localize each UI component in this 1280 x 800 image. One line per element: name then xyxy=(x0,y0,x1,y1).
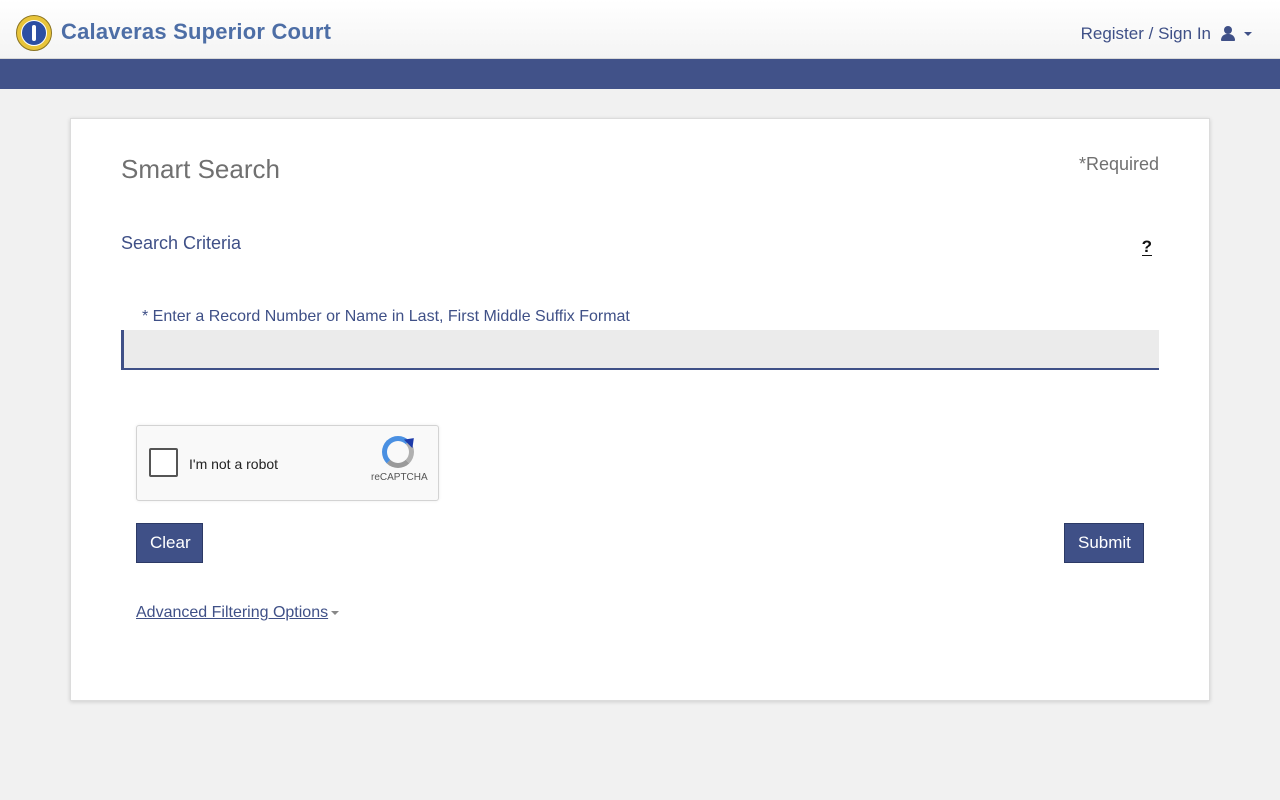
chevron-down-icon xyxy=(331,611,340,615)
search-input[interactable] xyxy=(121,330,1159,370)
advanced-filtering-toggle[interactable]: Advanced Filtering Options xyxy=(136,604,340,622)
page-title: Smart Search xyxy=(121,154,280,184)
clear-button[interactable]: Clear xyxy=(136,523,203,563)
recaptcha-brand: reCAPTCHA xyxy=(371,472,428,483)
chevron-down-icon xyxy=(1244,32,1252,36)
user-icon xyxy=(1221,26,1235,42)
help-icon[interactable]: ? xyxy=(1141,238,1152,256)
smart-search-panel: Smart Search *Required Search Criteria ?… xyxy=(70,118,1210,701)
search-criteria-heading: Search Criteria xyxy=(121,233,242,253)
sign-in-label: Register / Sign In xyxy=(1080,24,1211,43)
search-field-label: * Enter a Record Number or Name in Last,… xyxy=(142,308,630,325)
top-navbar: Calaveras Superior Court Register / Sign… xyxy=(0,0,1280,59)
accent-bar xyxy=(0,59,1280,89)
register-sign-in-menu[interactable]: Register / Sign In xyxy=(1081,24,1252,44)
court-seal-icon[interactable] xyxy=(16,15,52,51)
submit-button[interactable]: Submit xyxy=(1064,523,1144,563)
recaptcha-checkbox[interactable] xyxy=(149,448,178,477)
recaptcha-widget: I'm not a robot reCAPTCHA xyxy=(136,425,439,501)
site-title[interactable]: Calaveras Superior Court xyxy=(61,19,331,45)
recaptcha-logo-icon xyxy=(382,436,414,468)
required-note: *Required xyxy=(1078,154,1159,174)
recaptcha-label: I'm not a robot xyxy=(189,456,279,472)
advanced-filtering-label: Advanced Filtering Options xyxy=(136,604,329,621)
